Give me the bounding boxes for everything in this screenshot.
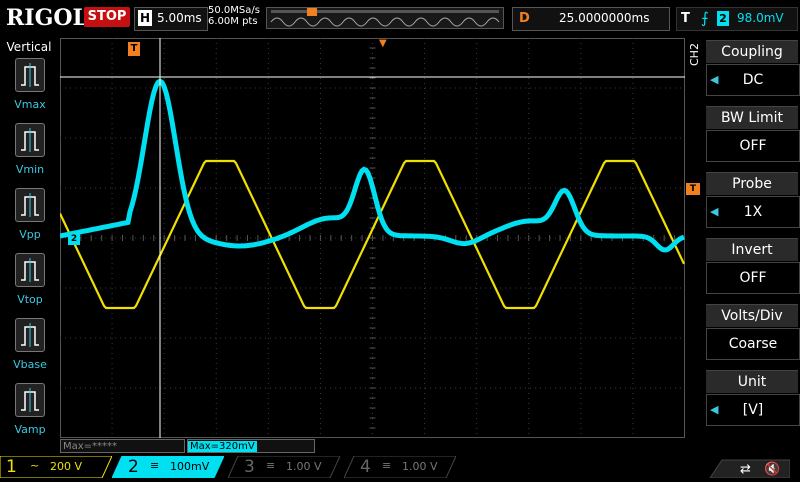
measure-vamp-button[interactable]: [15, 383, 45, 417]
menu-value-text: DC: [742, 72, 764, 88]
trigger-box[interactable]: T ⨍ 2 98.0mV: [676, 7, 798, 31]
waveform-display[interactable]: [60, 38, 685, 438]
usb-icon: ⇄: [740, 462, 751, 477]
system-icons: ⇄ 🔇: [700, 458, 791, 479]
menu-value-text: OFF: [739, 270, 767, 286]
menu-title-volts-div: Volts/Div: [706, 304, 798, 327]
knob-arrow-icon: ◀: [710, 205, 719, 218]
pulse-icon: [21, 193, 39, 217]
pulse-icon: [21, 388, 39, 412]
measure-vmin-button[interactable]: [15, 123, 45, 157]
menu-title-invert: Invert: [706, 238, 798, 261]
coupling-icon: ≡: [150, 459, 160, 472]
menu-title-bw-limit: BW Limit: [706, 106, 798, 129]
menu-value-text: [V]: [742, 402, 764, 418]
measure-vbase-button[interactable]: [15, 318, 45, 352]
coupling-icon: ~: [30, 459, 40, 472]
channel-scale: 200 V: [50, 460, 83, 473]
trigger-channel: 2: [717, 11, 729, 26]
channel-scale: 100mV: [170, 460, 210, 473]
ch2-reference-marker[interactable]: 2: [68, 233, 80, 245]
channel-4-tab[interactable]: 4 ≡ 1.00 V: [344, 456, 456, 478]
menu-value-text: OFF: [739, 138, 767, 154]
menu-value-text: Coarse: [728, 336, 778, 352]
channel-number: 3: [244, 457, 255, 477]
sample-rate: 50.0MSa/s: [208, 5, 260, 16]
trigger-letter: T: [681, 11, 690, 26]
channel-number: 1: [6, 457, 17, 477]
delay-letter: D: [519, 11, 530, 26]
menu-value-unit[interactable]: [V] ◀: [706, 394, 800, 426]
sample-rate-info: 50.0MSa/s 6.00M pts: [208, 5, 260, 27]
measure-label: Vamp: [14, 423, 46, 436]
brand-logo: RIGOL: [6, 5, 88, 31]
delay-value: 25.0000000ms: [559, 11, 650, 25]
memory-waveform-icon: [270, 8, 500, 27]
speaker-muted-icon: 🔇: [764, 461, 780, 477]
knob-arrow-icon: ◀: [710, 73, 719, 86]
timebase-box[interactable]: H 5.00ms: [134, 7, 208, 31]
measure-vtop-button[interactable]: [15, 253, 45, 287]
knob-arrow-icon: ◀: [710, 403, 719, 416]
channel-3-tab[interactable]: 3 ≡ 1.00 V: [228, 456, 340, 478]
channel-number: 4: [360, 457, 371, 477]
delay-box[interactable]: D 25.0000000ms: [512, 7, 670, 31]
menu-title-coupling: Coupling: [706, 40, 798, 63]
channel-scale: 1.00 V: [402, 460, 438, 473]
panel-title: Vertical: [6, 40, 52, 54]
measure-label: Vtop: [17, 293, 43, 306]
channel-number: 2: [128, 457, 139, 477]
measure-label: Vbase: [13, 358, 47, 371]
coupling-icon: ≡: [266, 459, 276, 472]
measure-label: Vpp: [19, 228, 41, 241]
channel-1-tab[interactable]: 1 ~200 V: [0, 456, 112, 478]
menu-value-invert[interactable]: OFF: [706, 262, 800, 294]
center-marker-icon: ▼: [379, 38, 387, 49]
channel-scale: 1.00 V: [286, 460, 322, 473]
trigger-level: 98.0mV: [737, 11, 784, 25]
pulse-icon: [21, 323, 39, 347]
ch2-waveform: [60, 78, 685, 253]
menu-value-probe[interactable]: 1X ◀: [706, 196, 800, 228]
trigger-position-marker[interactable]: T: [128, 42, 140, 56]
measure-label: Vmax: [14, 98, 46, 111]
measurement-value: Max=320mV: [188, 441, 257, 452]
channel-2-tab[interactable]: 2 ≡ 100mV: [112, 456, 224, 478]
coupling-icon: ≡: [382, 459, 392, 472]
menu-value-bw-limit[interactable]: OFF: [706, 130, 800, 162]
measurement-item-1[interactable]: Max=*****: [60, 439, 185, 453]
timebase-value: 5.00ms: [157, 11, 202, 25]
run-stop-indicator[interactable]: STOP: [84, 7, 130, 27]
measure-label: Vmin: [15, 163, 45, 176]
trigger-level-marker[interactable]: T: [686, 183, 700, 195]
menu-title-probe: Probe: [706, 172, 798, 195]
pulse-icon: [21, 63, 39, 87]
pulse-icon: [21, 128, 39, 152]
horizontal-letter: H: [138, 10, 152, 26]
menu-value-text: 1X: [743, 204, 763, 220]
measurement-item-2[interactable]: Max=320mV: [187, 439, 315, 453]
pulse-icon: [21, 258, 39, 282]
measure-vmax-button[interactable]: [15, 58, 45, 92]
measure-vpp-button[interactable]: [15, 188, 45, 222]
rising-edge-icon: ⨍: [701, 9, 709, 27]
menu-value-volts-div[interactable]: Coarse: [706, 328, 800, 360]
memory-depth: 6.00M pts: [208, 16, 258, 27]
memory-overview-strip[interactable]: [266, 7, 504, 29]
menu-value-coupling[interactable]: DC ◀: [706, 64, 800, 96]
menu-channel-label: CH2: [688, 43, 701, 66]
menu-title-unit: Unit: [706, 370, 798, 393]
